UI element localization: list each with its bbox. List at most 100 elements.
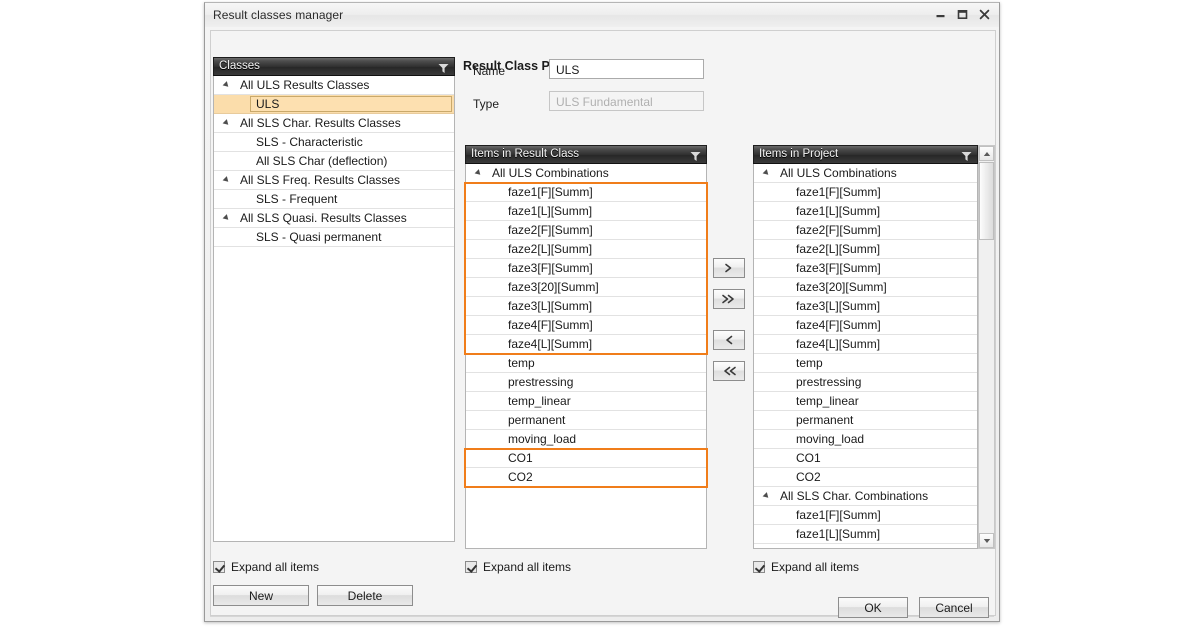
expand-triangle-icon[interactable] <box>223 214 231 222</box>
expand-all-items-in-project-checkbox[interactable]: Expand all items <box>753 560 859 574</box>
list-row[interactable]: temp <box>466 354 706 373</box>
expand-triangle-icon[interactable] <box>223 176 231 184</box>
list-row-label: faze4[F][Summ] <box>796 318 881 332</box>
list-row[interactable]: faze2[L][Summ] <box>754 240 977 259</box>
name-label: Name <box>473 64 505 78</box>
list-row-label: SLS - Characteristic <box>256 135 363 149</box>
new-button[interactable]: New <box>213 585 309 606</box>
items-in-class-list-body[interactable]: All ULS Combinationsfaze1[F][Summ]faze1[… <box>465 164 707 549</box>
list-row[interactable]: temp_linear <box>466 392 706 411</box>
list-row[interactable]: temp_linear <box>754 392 977 411</box>
list-row[interactable]: faze2[F][Summ] <box>466 221 706 240</box>
list-row-label: faze2[L][Summ] <box>796 242 880 256</box>
expand-triangle-icon[interactable] <box>223 119 231 127</box>
checkbox-box[interactable] <box>465 561 477 573</box>
maximize-icon[interactable] <box>953 6 971 22</box>
list-row[interactable]: faze2[F][Summ] <box>754 544 977 549</box>
expand-triangle-icon[interactable] <box>763 169 771 177</box>
list-row-label: faze3[L][Summ] <box>796 299 880 313</box>
checkbox-box[interactable] <box>753 561 765 573</box>
list-row[interactable]: moving_load <box>754 430 977 449</box>
expand-triangle-icon[interactable] <box>475 169 483 177</box>
list-row[interactable]: faze4[L][Summ] <box>466 335 706 354</box>
move-left-button[interactable] <box>713 330 745 350</box>
list-row[interactable]: permanent <box>466 411 706 430</box>
list-row[interactable]: moving_load <box>466 430 706 449</box>
list-row[interactable]: faze3[20][Summ] <box>754 278 977 297</box>
delete-button[interactable]: Delete <box>317 585 413 606</box>
list-row-label: All SLS Char. Combinations <box>780 489 928 503</box>
list-row[interactable]: faze4[L][Summ] <box>754 335 977 354</box>
list-row[interactable]: prestressing <box>754 373 977 392</box>
checkbox-box[interactable] <box>213 561 225 573</box>
close-icon[interactable] <box>975 6 993 22</box>
list-row-label: faze3[L][Summ] <box>508 299 592 313</box>
list-row[interactable]: faze2[L][Summ] <box>466 240 706 259</box>
list-row[interactable]: faze3[20][Summ] <box>466 278 706 297</box>
move-all-left-button[interactable] <box>713 361 745 381</box>
list-row[interactable]: SLS - Frequent <box>214 190 454 209</box>
list-row[interactable]: CO2 <box>754 468 977 487</box>
list-row[interactable]: prestressing <box>466 373 706 392</box>
list-row[interactable]: faze1[L][Summ] <box>754 525 977 544</box>
list-row[interactable]: faze3[F][Summ] <box>754 259 977 278</box>
name-input[interactable]: ULS <box>549 59 704 79</box>
list-row[interactable]: temp <box>754 354 977 373</box>
list-row[interactable]: CO2 <box>466 468 706 487</box>
list-row[interactable]: permanent <box>754 411 977 430</box>
scrollbar-thumb[interactable] <box>979 162 994 240</box>
list-row[interactable]: faze1[L][Summ] <box>466 202 706 221</box>
list-row[interactable]: CO1 <box>754 449 977 468</box>
selection-box <box>250 96 452 112</box>
items-in-project-scrollbar[interactable] <box>978 145 995 549</box>
dialog-title: Result classes manager <box>213 8 343 22</box>
list-row-label: faze1[L][Summ] <box>796 527 880 541</box>
list-row-label: faze4[L][Summ] <box>796 337 880 351</box>
list-row[interactable]: SLS - Quasi permanent <box>214 228 454 247</box>
move-all-right-button[interactable] <box>713 289 745 309</box>
expand-triangle-icon[interactable] <box>223 81 231 89</box>
list-row[interactable]: faze4[F][Summ] <box>754 316 977 335</box>
list-row-label: faze2[F][Summ] <box>796 546 881 549</box>
list-row[interactable]: CO1 <box>466 449 706 468</box>
expand-all-items-in-class-checkbox[interactable]: Expand all items <box>465 560 571 574</box>
list-row-label: faze1[F][Summ] <box>796 185 881 199</box>
list-row[interactable]: All ULS Combinations <box>754 164 977 183</box>
list-row[interactable]: All SLS Freq. Results Classes <box>214 171 454 190</box>
list-row[interactable]: faze3[L][Summ] <box>466 297 706 316</box>
scroll-down-icon[interactable] <box>979 533 994 548</box>
list-row[interactable]: SLS - Characteristic <box>214 133 454 152</box>
dialog-body: Classes All ULS Results ClassesULSAll SL… <box>205 27 999 621</box>
items-in-project-list-body[interactable]: All ULS Combinations faze1[F][Summ] faze1[… <box>753 164 978 549</box>
list-row[interactable]: All SLS Char. Combinations <box>754 487 977 506</box>
list-row[interactable]: faze3[F][Summ] <box>466 259 706 278</box>
list-row[interactable]: faze1[L][Summ] <box>754 202 977 221</box>
dialog-titlebar: Result classes manager <box>205 3 999 28</box>
list-row[interactable]: All SLS Char. Results Classes <box>214 114 454 133</box>
ok-button[interactable]: OK <box>838 597 908 618</box>
list-row[interactable]: All SLS Char (deflection) <box>214 152 454 171</box>
list-row-label: temp_linear <box>508 394 571 408</box>
list-row-label: CO2 <box>796 470 821 484</box>
expand-all-classes-checkbox[interactable]: Expand all items <box>213 560 319 574</box>
items-in-project-panel: Items in Project All ULS Combinationsfaz… <box>753 145 995 549</box>
list-row[interactable]: faze1[F][Summ] <box>754 506 977 525</box>
list-row[interactable]: faze1[F][Summ] <box>754 183 977 202</box>
list-row[interactable]: faze3[L][Summ] <box>754 297 977 316</box>
expand-triangle-icon[interactable] <box>763 492 771 500</box>
list-row[interactable]: faze1[F][Summ] <box>466 183 706 202</box>
classes-list-body[interactable]: All ULS Results ClassesULSAll SLS Char. … <box>213 76 455 542</box>
list-row[interactable]: All SLS Quasi. Results Classes <box>214 209 454 228</box>
list-row[interactable]: faze2[F][Summ] <box>754 221 977 240</box>
list-row[interactable]: faze4[F][Summ] <box>466 316 706 335</box>
minimize-icon[interactable] <box>931 6 949 22</box>
list-row[interactable]: All ULS Combinations <box>466 164 706 183</box>
move-right-button[interactable] <box>713 258 745 278</box>
list-row-label: CO2 <box>508 470 533 484</box>
cancel-button[interactable]: Cancel <box>919 597 989 618</box>
scroll-up-icon[interactable] <box>979 146 994 161</box>
list-row-label: faze2[F][Summ] <box>508 223 593 237</box>
list-row-selected[interactable]: ULS <box>214 95 454 114</box>
list-row-label: faze1[F][Summ] <box>796 508 881 522</box>
list-row[interactable]: All ULS Results Classes <box>214 76 454 95</box>
